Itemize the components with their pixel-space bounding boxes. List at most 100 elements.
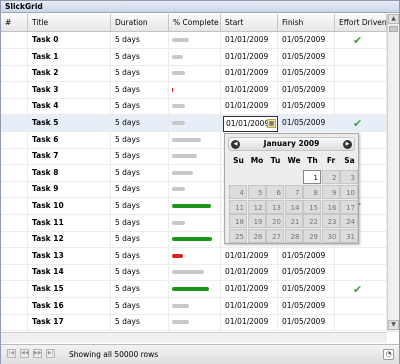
effort-driven-cell[interactable] bbox=[335, 264, 387, 281]
start-cell[interactable]: 01/01/2009 bbox=[221, 98, 278, 115]
title-cell[interactable]: Task 15 bbox=[28, 281, 111, 297]
calendar-day[interactable]: 7 bbox=[284, 184, 303, 199]
calendar-day[interactable]: 21 bbox=[284, 214, 303, 229]
duration-cell[interactable]: 5 days bbox=[111, 32, 169, 48]
percent-complete-cell[interactable] bbox=[169, 281, 221, 297]
column-header[interactable]: # bbox=[1, 14, 28, 31]
start-cell[interactable]: 01/01/2009 bbox=[221, 281, 278, 297]
calendar-day[interactable]: 5 bbox=[247, 184, 266, 199]
percent-complete-cell[interactable] bbox=[169, 214, 221, 231]
finish-cell[interactable]: 01/05/2009 bbox=[278, 115, 335, 131]
title-cell[interactable]: Task 7 bbox=[28, 148, 111, 165]
finish-cell[interactable]: 01/05/2009 bbox=[278, 32, 335, 48]
calendar-day[interactable]: 29 bbox=[303, 229, 321, 244]
table-row[interactable]: Task 16 5 days 01/01/2009 01/05/2009 bbox=[1, 297, 387, 315]
calendar-day[interactable]: 8 bbox=[303, 184, 321, 199]
last-page-icon[interactable]: ▶| bbox=[46, 349, 55, 358]
row-number-cell[interactable] bbox=[1, 231, 28, 248]
calendar-day[interactable]: 10 bbox=[340, 184, 358, 199]
calendar-day[interactable]: 6 bbox=[266, 184, 284, 199]
column-header[interactable]: Title bbox=[28, 14, 111, 31]
finish-cell[interactable]: 01/05/2009 bbox=[278, 264, 335, 281]
finish-cell[interactable]: 01/05/2009 bbox=[278, 98, 335, 115]
row-number-cell[interactable] bbox=[1, 115, 28, 131]
title-cell[interactable]: Task 4 bbox=[28, 98, 111, 115]
row-number-cell[interactable] bbox=[1, 247, 28, 264]
finish-cell[interactable]: 01/05/2009 bbox=[278, 314, 335, 331]
table-row[interactable]: Task 25 days 01/01/2009 01/05/2009 bbox=[1, 65, 387, 83]
row-number-cell[interactable] bbox=[1, 281, 28, 297]
scroll-down-icon[interactable]: ▼ bbox=[388, 320, 399, 330]
table-row[interactable]: Task 05 days 01/01/2009 01/05/2009 ✔ bbox=[1, 32, 387, 49]
duration-cell[interactable]: 5 days bbox=[111, 214, 169, 231]
start-cell[interactable]: 01/01/2009 bbox=[221, 264, 278, 281]
title-cell[interactable]: Task 0 bbox=[28, 32, 111, 48]
percent-complete-cell[interactable] bbox=[169, 181, 221, 198]
duration-cell[interactable]: 5 days bbox=[111, 231, 169, 248]
row-number-cell[interactable] bbox=[1, 131, 28, 148]
duration-cell[interactable]: 5 days bbox=[111, 281, 169, 297]
duration-cell[interactable]: 5 days bbox=[111, 198, 169, 214]
row-number-cell[interactable] bbox=[1, 164, 28, 181]
title-cell[interactable]: Task 13 bbox=[28, 247, 111, 264]
scrollbar-thumb[interactable] bbox=[389, 26, 398, 32]
title-cell[interactable]: Task 3 bbox=[28, 81, 111, 98]
calendar-day[interactable]: 2 bbox=[321, 170, 340, 184]
prev-page-icon[interactable]: ◀◀ bbox=[20, 349, 29, 358]
title-cell[interactable]: Task 17 bbox=[28, 314, 111, 331]
title-cell[interactable]: Task 6 bbox=[28, 131, 111, 148]
percent-complete-cell[interactable] bbox=[169, 32, 221, 48]
calendar-day[interactable]: 27 bbox=[266, 229, 284, 244]
percent-complete-cell[interactable] bbox=[169, 198, 221, 214]
percent-complete-cell[interactable] bbox=[169, 314, 221, 331]
calendar-day[interactable]: 18 bbox=[229, 214, 247, 229]
calendar-day[interactable]: 26 bbox=[247, 229, 266, 244]
percent-complete-cell[interactable] bbox=[169, 98, 221, 115]
percent-complete-cell[interactable] bbox=[169, 247, 221, 264]
calendar-day[interactable]: 31 bbox=[340, 229, 358, 244]
effort-driven-cell[interactable] bbox=[335, 65, 387, 82]
calendar-day[interactable]: 4 bbox=[229, 184, 247, 199]
row-number-cell[interactable] bbox=[1, 48, 28, 65]
calendar-day[interactable]: 17 bbox=[340, 199, 358, 214]
duration-cell[interactable]: 5 days bbox=[111, 81, 169, 98]
duration-cell[interactable]: 5 days bbox=[111, 98, 169, 115]
title-cell[interactable]: Task 5 bbox=[28, 115, 111, 131]
title-cell[interactable]: Task 1 bbox=[28, 48, 111, 65]
row-number-cell[interactable] bbox=[1, 314, 28, 331]
calendar-day[interactable]: 19 bbox=[247, 214, 266, 229]
calendar-day[interactable]: 14 bbox=[284, 199, 303, 214]
table-row[interactable]: Task 45 days 01/01/2009 01/05/2009 bbox=[1, 98, 387, 116]
calendar-day[interactable]: 11 bbox=[229, 199, 247, 214]
table-row[interactable]: Task 35 days 01/01/2009 01/05/2009 bbox=[1, 81, 387, 99]
duration-cell[interactable]: 5 days bbox=[111, 164, 169, 181]
column-header[interactable]: Duration bbox=[111, 14, 169, 31]
start-cell[interactable]: 01/01/2009 bbox=[221, 81, 278, 98]
vertical-scrollbar[interactable]: ▲ ▼ bbox=[387, 14, 399, 332]
horizontal-scrollbar[interactable] bbox=[1, 332, 387, 343]
percent-complete-cell[interactable] bbox=[169, 231, 221, 248]
calendar-day[interactable]: 30 bbox=[321, 229, 340, 244]
duration-cell[interactable]: 5 days bbox=[111, 48, 169, 65]
finish-cell[interactable]: 01/05/2009 bbox=[278, 81, 335, 98]
table-row[interactable]: Task 17 5 days 01/01/2009 01/05/2009 bbox=[1, 314, 387, 332]
row-number-cell[interactable] bbox=[1, 65, 28, 82]
duration-cell[interactable]: 5 days bbox=[111, 264, 169, 281]
title-cell[interactable]: Task 8 bbox=[28, 164, 111, 181]
percent-complete-cell[interactable] bbox=[169, 81, 221, 98]
table-row[interactable]: Task 15 days 01/01/2009 01/05/2009 bbox=[1, 48, 387, 66]
title-cell[interactable]: Task 11 bbox=[28, 214, 111, 231]
duration-cell[interactable]: 5 days bbox=[111, 115, 169, 131]
column-header[interactable]: % Complete bbox=[169, 14, 221, 31]
duration-cell[interactable]: 5 days bbox=[111, 131, 169, 148]
calendar-day[interactable]: 9 bbox=[321, 184, 340, 199]
title-cell[interactable]: Task 10 bbox=[28, 198, 111, 214]
finish-cell[interactable]: 01/05/2009 bbox=[278, 65, 335, 82]
column-header[interactable]: Start bbox=[221, 14, 278, 31]
calendar-day[interactable]: 16 bbox=[321, 199, 340, 214]
calendar-day[interactable]: 1 bbox=[303, 170, 321, 184]
percent-complete-cell[interactable] bbox=[169, 131, 221, 148]
effort-driven-cell[interactable] bbox=[335, 314, 387, 331]
row-number-cell[interactable] bbox=[1, 198, 28, 214]
percent-complete-cell[interactable] bbox=[169, 148, 221, 165]
